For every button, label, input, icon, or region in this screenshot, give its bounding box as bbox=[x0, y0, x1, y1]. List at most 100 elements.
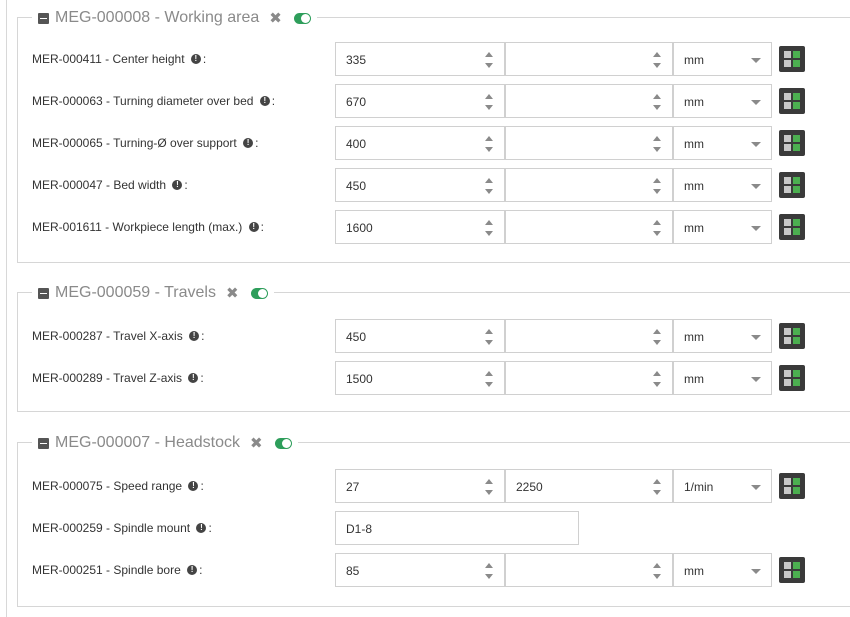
unit-select[interactable]: mm bbox=[673, 126, 772, 160]
spinner-icon[interactable] bbox=[484, 178, 494, 194]
value2-input[interactable] bbox=[505, 126, 673, 160]
close-icon[interactable]: ✖ bbox=[226, 284, 239, 302]
group-title: MEG-000008 - Working area bbox=[55, 9, 260, 26]
collapse-icon[interactable] bbox=[38, 437, 49, 449]
attribute-row: MER-000259 - Spindle mount !: D1-8 bbox=[18, 511, 848, 545]
outer-border bbox=[6, 0, 7, 617]
attribute-label: MER-000075 - Speed range !: bbox=[32, 479, 204, 493]
attribute-row: MER-000289 - Travel Z-axis !: 1500 mm bbox=[18, 361, 848, 395]
close-icon[interactable]: ✖ bbox=[250, 434, 263, 452]
value-input[interactable]: 1600 bbox=[335, 210, 505, 244]
calculator-button[interactable] bbox=[779, 88, 805, 114]
unit-select[interactable]: mm bbox=[673, 84, 772, 118]
group-headstock: MEG-000007 - Headstock ✖ MER-000075 - Sp… bbox=[17, 432, 850, 607]
calculator-button[interactable] bbox=[779, 323, 805, 349]
attribute-label: MER-000065 - Turning-Ø over support !: bbox=[32, 136, 259, 150]
value-input[interactable]: 670 bbox=[335, 84, 505, 118]
spinner-icon[interactable] bbox=[652, 136, 662, 152]
spinner-icon[interactable] bbox=[484, 52, 494, 68]
info-icon[interactable]: ! bbox=[196, 522, 207, 533]
attribute-row: MER-000287 - Travel X-axis !: 450 mm bbox=[18, 319, 848, 353]
info-icon[interactable]: ! bbox=[189, 330, 200, 341]
spinner-icon[interactable] bbox=[484, 371, 494, 387]
spinner-icon[interactable] bbox=[484, 479, 494, 495]
info-icon[interactable]: ! bbox=[188, 372, 199, 383]
value2-input[interactable] bbox=[505, 553, 673, 587]
spinner-icon[interactable] bbox=[652, 52, 662, 68]
unit-select[interactable]: mm bbox=[673, 319, 772, 353]
info-icon[interactable]: ! bbox=[248, 221, 259, 232]
spinner-icon[interactable] bbox=[652, 479, 662, 495]
value2-input[interactable] bbox=[505, 210, 673, 244]
value-input[interactable]: 450 bbox=[335, 319, 505, 353]
spinner-icon[interactable] bbox=[652, 220, 662, 236]
spinner-icon[interactable] bbox=[652, 94, 662, 110]
chevron-down-icon bbox=[751, 377, 761, 382]
collapse-icon[interactable] bbox=[38, 12, 49, 24]
value-input[interactable]: 450 bbox=[335, 168, 505, 202]
calculator-button[interactable] bbox=[779, 557, 805, 583]
info-icon[interactable]: ! bbox=[188, 480, 199, 491]
value-input[interactable]: 1500 bbox=[335, 361, 505, 395]
info-icon[interactable]: ! bbox=[243, 137, 254, 148]
spinner-icon[interactable] bbox=[652, 371, 662, 387]
unit-select[interactable]: mm bbox=[673, 42, 772, 76]
value2-input[interactable] bbox=[505, 361, 673, 395]
value2-input[interactable]: 2250 bbox=[505, 469, 673, 503]
info-icon[interactable]: ! bbox=[187, 564, 198, 575]
chevron-down-icon bbox=[751, 485, 761, 490]
chevron-down-icon bbox=[751, 335, 761, 340]
calculator-button[interactable] bbox=[779, 46, 805, 72]
group-header: MEG-000059 - Travels ✖ bbox=[32, 282, 274, 304]
spinner-icon[interactable] bbox=[652, 178, 662, 194]
spinner-icon[interactable] bbox=[484, 329, 494, 345]
spinner-icon[interactable] bbox=[484, 220, 494, 236]
close-icon[interactable]: ✖ bbox=[269, 9, 282, 27]
attribute-row: MER-000047 - Bed width !: 450 mm bbox=[18, 168, 848, 202]
calculator-button[interactable] bbox=[779, 473, 805, 499]
info-icon[interactable]: ! bbox=[172, 179, 183, 190]
value-input[interactable]: 85 bbox=[335, 553, 505, 587]
value-input[interactable]: 400 bbox=[335, 126, 505, 160]
toggle-icon[interactable] bbox=[274, 437, 292, 449]
info-icon[interactable]: ! bbox=[259, 95, 270, 106]
group-working-area: MEG-000008 - Working area ✖ MER-000411 -… bbox=[17, 7, 850, 263]
attribute-row: MER-000411 - Center height !: 335 mm bbox=[18, 42, 848, 76]
unit-select[interactable]: mm bbox=[673, 553, 772, 587]
calculator-button[interactable] bbox=[779, 214, 805, 240]
attribute-row: MER-000075 - Speed range !: 27 2250 1/mi… bbox=[18, 469, 848, 503]
value2-input[interactable] bbox=[505, 319, 673, 353]
attribute-label: MER-000047 - Bed width !: bbox=[32, 178, 188, 192]
calculator-button[interactable] bbox=[779, 130, 805, 156]
attribute-label: MER-001611 - Workpiece length (max.) !: bbox=[32, 220, 264, 234]
info-icon[interactable]: ! bbox=[190, 53, 201, 64]
text-input[interactable]: D1-8 bbox=[335, 511, 579, 545]
value2-input[interactable] bbox=[505, 84, 673, 118]
spinner-icon[interactable] bbox=[484, 94, 494, 110]
attribute-label: MER-000259 - Spindle mount !: bbox=[32, 521, 212, 535]
unit-select[interactable]: mm bbox=[673, 361, 772, 395]
spinner-icon[interactable] bbox=[652, 329, 662, 345]
value-input[interactable]: 335 bbox=[335, 42, 505, 76]
unit-select[interactable]: mm bbox=[673, 168, 772, 202]
value-input[interactable]: 27 bbox=[335, 469, 505, 503]
chevron-down-icon bbox=[751, 569, 761, 574]
unit-select[interactable]: 1/min bbox=[673, 469, 772, 503]
spinner-icon[interactable] bbox=[484, 136, 494, 152]
attribute-row: MER-001611 - Workpiece length (max.) !: … bbox=[18, 210, 848, 244]
group-header: MEG-000007 - Headstock ✖ bbox=[32, 432, 298, 454]
value2-input[interactable] bbox=[505, 42, 673, 76]
spinner-icon[interactable] bbox=[652, 563, 662, 579]
spinner-icon[interactable] bbox=[484, 563, 494, 579]
attribute-label: MER-000251 - Spindle bore !: bbox=[32, 563, 203, 577]
unit-select[interactable]: mm bbox=[673, 210, 772, 244]
collapse-icon[interactable] bbox=[38, 287, 49, 299]
value2-input[interactable] bbox=[505, 168, 673, 202]
calculator-button[interactable] bbox=[779, 172, 805, 198]
attribute-label: MER-000411 - Center height !: bbox=[32, 52, 207, 66]
attribute-label: MER-000289 - Travel Z-axis !: bbox=[32, 371, 204, 385]
calculator-button[interactable] bbox=[779, 365, 805, 391]
chevron-down-icon bbox=[751, 184, 761, 189]
toggle-icon[interactable] bbox=[293, 12, 311, 24]
toggle-icon[interactable] bbox=[250, 287, 268, 299]
